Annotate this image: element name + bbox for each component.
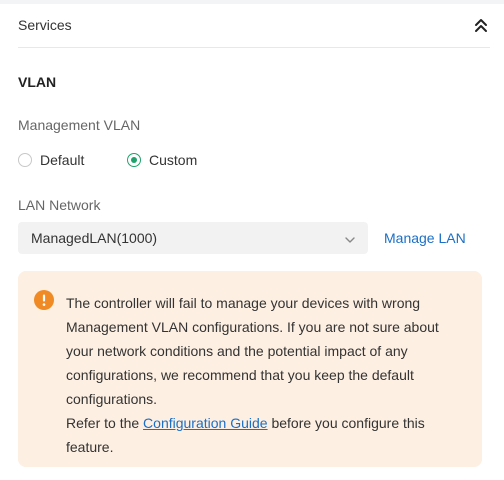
alert-text: The controller will fail to manage your … — [66, 291, 466, 459]
lan-network-select[interactable]: ManagedLAN(1000) — [18, 222, 368, 254]
alert-refer-line: Refer to the Configuration Guide before … — [66, 411, 466, 459]
management-vlan-label: Management VLAN — [18, 117, 141, 133]
lan-network-label: LAN Network — [18, 197, 101, 213]
configuration-guide-link[interactable]: Configuration Guide — [143, 415, 268, 431]
warning-alert: The controller will fail to manage your … — [18, 271, 482, 467]
manage-lan-link[interactable]: Manage LAN — [384, 230, 466, 246]
warning-circle-icon — [34, 290, 54, 310]
alert-message: The controller will fail to manage your … — [66, 295, 439, 407]
radio-default-indicator[interactable] — [18, 153, 32, 167]
services-header: Services — [18, 4, 490, 48]
radio-custom-label: Custom — [149, 152, 198, 168]
radio-custom[interactable]: Custom — [127, 150, 197, 170]
radio-custom-indicator[interactable] — [127, 153, 141, 167]
refer-prefix: Refer to the — [66, 415, 144, 431]
vlan-section-title: VLAN — [18, 74, 57, 90]
lan-network-value: ManagedLAN(1000) — [31, 230, 158, 246]
radio-default-label: Default — [40, 152, 85, 168]
radio-default[interactable]: Default — [18, 150, 84, 170]
chevron-down-icon — [344, 232, 356, 243]
double-chevron-up-icon[interactable] — [474, 17, 488, 35]
services-panel: Services VLAN Management VLAN Default Cu… — [0, 4, 504, 480]
header-title: Services — [18, 17, 72, 33]
